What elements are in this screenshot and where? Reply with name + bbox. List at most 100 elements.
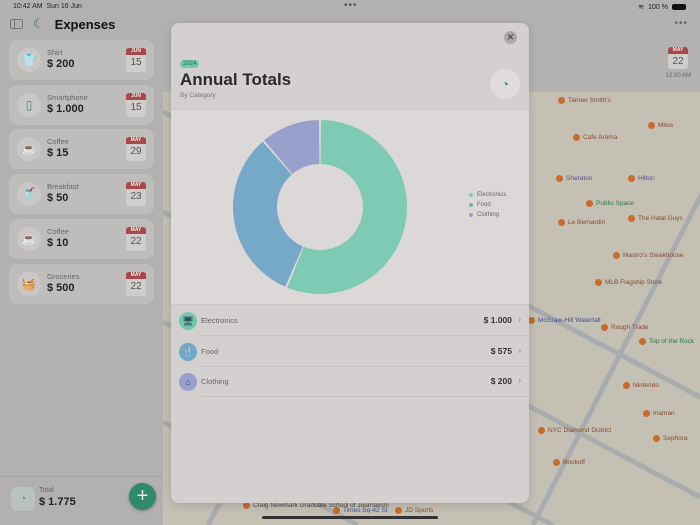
- date-calendar-icon: JUN 15: [126, 92, 146, 117]
- expense-amount: $ 15: [47, 147, 69, 160]
- map-poi-label[interactable]: Sheraton: [556, 175, 592, 182]
- date-calendar-icon: MAY 22: [126, 226, 146, 251]
- poi-pin-icon: [648, 122, 655, 129]
- map-poi-label[interactable]: Top of the Rock: [639, 338, 694, 345]
- category-name: Electronics: [201, 316, 238, 325]
- expense-name: Coffee: [47, 137, 69, 147]
- poi-pin-icon: [586, 200, 593, 207]
- expense-card[interactable]: 🧺 Groceries $ 500 MAY 22: [9, 263, 154, 304]
- poi-pin-icon: [538, 427, 545, 434]
- expense-name: Smartphone: [47, 92, 88, 102]
- legend-item: Food: [469, 202, 506, 208]
- category-name: Food: [201, 346, 219, 356]
- map-poi-label[interactable]: The Halal Guys: [628, 215, 683, 222]
- multitasking-dots[interactable]: •••: [344, 0, 358, 11]
- category-row[interactable]: 🍴 Food $ 575 ›: [171, 337, 529, 367]
- category-amount: $ 200: [490, 376, 512, 386]
- expense-amount: $ 10: [47, 236, 69, 249]
- poi-pin-icon: [558, 97, 565, 104]
- sidebar-toggle-icon[interactable]: [10, 19, 23, 29]
- expense-card[interactable]: ☕ Coffee $ 15 MAY 29: [9, 129, 154, 170]
- year-badge: 2024: [180, 60, 200, 68]
- legend-item: Electronics: [469, 192, 506, 198]
- pie-chart-button[interactable]: ◔: [490, 69, 520, 99]
- map-poi-label[interactable]: maman: [643, 410, 675, 417]
- category-icon: ⌂: [179, 373, 197, 391]
- tshirt-icon: 👕: [17, 48, 41, 72]
- status-bar: 10:42 AM Sun 16 Jun ••• ≋ 100 %: [0, 0, 700, 14]
- coffee-cup-icon: ☕: [17, 226, 41, 251]
- expense-name: Shirt: [47, 48, 63, 57]
- map-poi-label[interactable]: Rough Trade: [601, 324, 649, 331]
- total-amount: $ 1.775: [39, 496, 76, 508]
- date-calendar-icon: MAY 22: [126, 271, 146, 296]
- map-poi-label[interactable]: NYC Diamond District: [538, 427, 611, 434]
- poi-pin-icon: [595, 279, 602, 286]
- poi-pin-icon: [395, 507, 402, 514]
- map-poi-label[interactable]: Nintendo: [623, 382, 659, 389]
- poi-pin-icon: [558, 219, 565, 226]
- smartphone-icon: ▯: [17, 92, 41, 117]
- expense-name: Groceries: [47, 271, 80, 281]
- poi-pin-icon: [556, 175, 563, 182]
- date-calendar-icon: MAY 29: [126, 137, 146, 162]
- legend-dot-icon: [469, 213, 473, 217]
- expense-card[interactable]: 👕 Shirt $ 200 JUN 15: [9, 40, 154, 80]
- map-poi-label[interactable]: Tanner Smith's: [558, 97, 611, 104]
- map-poi-label[interactable]: Le Bernardin: [558, 219, 605, 226]
- map-poi-label[interactable]: Sephora: [653, 435, 688, 442]
- breakfast-icon: 🥤: [17, 182, 41, 207]
- poi-pin-icon: [628, 175, 635, 182]
- poi-pin-icon: [553, 459, 560, 466]
- poi-pin-icon: [628, 215, 635, 222]
- poi-pin-icon: [243, 502, 250, 509]
- sidebar: ☾ Expenses 👕 Shirt $ 200 JUN 15 ▯ Smartpho…: [0, 0, 163, 525]
- poi-pin-icon: [333, 507, 340, 514]
- chevron-right-icon: ›: [518, 376, 521, 385]
- chevron-right-icon: ›: [518, 345, 521, 355]
- map-poi-label[interactable]: Milos: [648, 122, 673, 129]
- map-poi-label[interactable]: Times Sq-42 St: [333, 507, 388, 514]
- expense-amount: $ 1.000: [47, 102, 84, 115]
- status-time: 10:42 AM Sun 16 Jun: [13, 3, 82, 10]
- moon-icon[interactable]: ☾: [33, 16, 45, 32]
- battery-icon: [672, 4, 686, 10]
- map-poi-label[interactable]: Mastro's Steakhouse: [613, 252, 684, 259]
- expense-card[interactable]: ☕ Coffee $ 10 MAY 22: [9, 218, 154, 259]
- map-poi-label[interactable]: Bookoff: [553, 459, 585, 466]
- map-poi-label[interactable]: JD Sports: [395, 507, 434, 514]
- category-amount: $ 575: [490, 345, 512, 356]
- coffee-cup-icon: ☕: [17, 137, 41, 162]
- date-calendar-icon: JUN 15: [126, 48, 146, 72]
- map-poi-label[interactable]: MLB Flagship Store: [595, 279, 662, 286]
- chevron-right-icon: ›: [518, 315, 521, 324]
- total-label: Total: [39, 487, 54, 494]
- expense-card[interactable]: 🥤 Breakfast $ 50 MAY 23: [9, 174, 154, 215]
- expense-name: Coffee: [47, 226, 69, 236]
- category-icon: 🖥: [179, 312, 197, 330]
- poi-pin-icon: [528, 317, 535, 324]
- expense-amount: $ 500: [47, 281, 75, 294]
- category-row[interactable]: 🖥 Electronics $ 1.000 ›: [171, 306, 529, 336]
- chart-icon[interactable]: ◔: [11, 487, 35, 511]
- sheet-subtitle: By Category: [180, 92, 216, 99]
- poi-pin-icon: [653, 435, 660, 442]
- poi-pin-icon: [573, 134, 580, 141]
- map-poi-label[interactable]: Cafe Aroma: [573, 134, 617, 141]
- legend-dot-icon: [469, 203, 473, 207]
- map-poi-label[interactable]: McGraw-Hill Waterfall: [528, 317, 601, 324]
- category-row[interactable]: ⌂ Clothing $ 200 ›: [171, 367, 529, 397]
- map-poi-label[interactable]: Hilton: [628, 175, 655, 182]
- expense-card[interactable]: ▯ Smartphone $ 1.000 JUN 15: [9, 84, 154, 125]
- poi-pin-icon: [601, 324, 608, 331]
- expense-amount: $ 50: [47, 192, 69, 205]
- expense-name: Breakfast: [47, 182, 79, 192]
- wifi-icon: ≋: [638, 4, 645, 11]
- close-button[interactable]: ✕: [504, 31, 517, 44]
- basket-icon: 🧺: [17, 271, 41, 296]
- more-icon[interactable]: •••: [674, 18, 688, 29]
- add-expense-button[interactable]: +: [129, 483, 156, 510]
- map-poi-label[interactable]: Public Space: [586, 200, 634, 207]
- annual-totals-sheet: ✕ 2024 Annual Totals By Category ◔ Elect…: [171, 23, 529, 503]
- legend-item: Clothing: [469, 212, 506, 218]
